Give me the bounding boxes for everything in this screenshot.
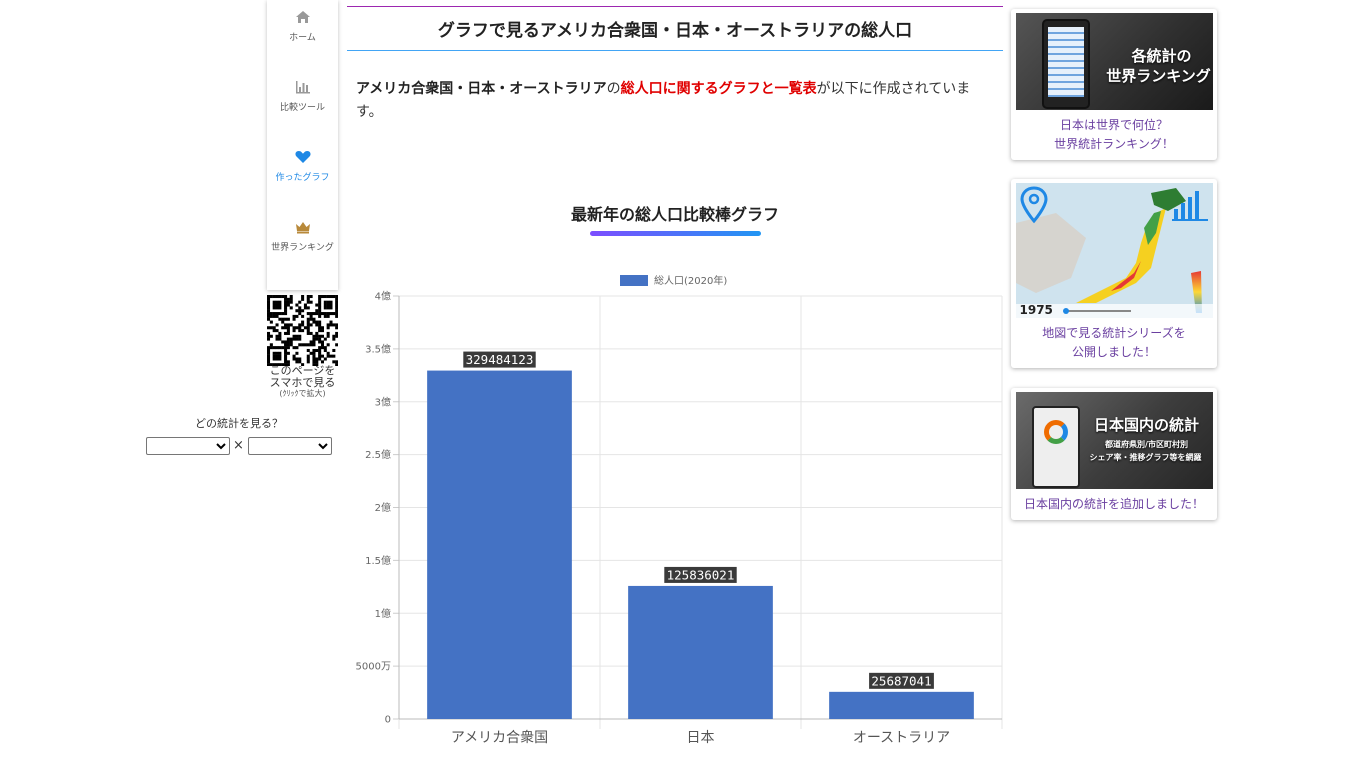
domestic-stats-banner: 日本国内の統計 都道府県別/市区町村別 シェア率・推移グラフ等を網羅	[1015, 392, 1213, 489]
y-tick-label: 4億	[375, 290, 391, 303]
nav-item-label: 世界ランキング	[271, 243, 334, 253]
y-tick-label: 2.5億	[365, 448, 391, 461]
page-title: グラフで見るアメリカ合衆国・日本・オーストラリアの総人口	[437, 21, 913, 41]
y-tick-label: 1億	[375, 607, 391, 620]
nav-item-label: 作ったグラフ	[275, 173, 330, 183]
nav-item-label: ホーム	[289, 33, 316, 43]
stat-select-1[interactable]	[146, 437, 230, 455]
qr-caption[interactable]: このページを スマホで見る (ｸﾘｯｸで拡大)	[262, 365, 343, 399]
intro-particle: の	[606, 81, 621, 97]
intro-paragraph: アメリカ合衆国・日本・オーストラリアの総人口に関するグラフと一覧表が以下に作成さ…	[356, 78, 996, 124]
card-world-ranking[interactable]: 各統計の 世界ランキング 日本は世界で何位？ 世界統計ランキング！	[1011, 9, 1217, 160]
qr-caption-line2: スマホで見る	[269, 376, 336, 389]
stat-selectors: ×	[146, 437, 336, 457]
x-tick-label: 日本	[687, 730, 715, 746]
caption-line1: 地図で見る統計シリーズを	[1042, 326, 1186, 340]
caption-line1: 日本国内の統計を追加しました！	[1023, 497, 1204, 511]
chart-heading: 最新年の総人口比較棒グラフ	[570, 205, 779, 224]
population-bar-chart: 総人口(2020年) 0 5000万 1億 1.5億 2億 2.5億 3億 3.5億 4億 3294…	[356, 274, 1003, 746]
legend-label: 総人口(2020年)	[654, 274, 727, 287]
x-tick-label: オーストラリア	[853, 730, 950, 746]
legend-swatch	[620, 275, 648, 286]
card-caption: 日本は世界で何位？ 世界統計ランキング！	[1011, 110, 1217, 160]
data-label: 329484123	[466, 352, 534, 367]
crown-icon	[295, 222, 310, 234]
side-nav: ホーム 比較ツール 作ったグラフ 世界ランキング	[267, 0, 338, 290]
nav-item-compare-tool[interactable]: 比較ツール	[267, 80, 338, 113]
japan-map-image	[1015, 186, 1213, 318]
bar	[829, 691, 974, 719]
y-tick-label: 3億	[375, 395, 391, 408]
y-tick-label: 0	[385, 715, 391, 726]
card-caption: 地図で見る統計シリーズを 公開しました！	[1011, 318, 1217, 368]
times-separator: ×	[233, 438, 244, 453]
chart-heading-underline	[590, 231, 761, 236]
bar	[427, 370, 572, 719]
banner-sub-1: 都道府県別/市区町村別	[1105, 440, 1188, 449]
phone-image	[1041, 19, 1090, 109]
phone-image	[1031, 406, 1080, 488]
y-tick-label: 3.5億	[365, 342, 391, 355]
stat-select-2[interactable]	[248, 437, 332, 455]
data-label: 125836021	[667, 567, 735, 582]
y-tick-label: 5000万	[356, 662, 391, 673]
map-pin-icon	[1019, 186, 1048, 224]
card-domestic-stats[interactable]: 日本国内の統計 都道府県別/市区町村別 シェア率・推移グラフ等を網羅 日本国内の…	[1011, 388, 1217, 520]
card-map-series[interactable]: 1975 地図で見る統計シリーズを 公開しました！	[1011, 179, 1217, 368]
qr-code[interactable]	[267, 295, 338, 366]
data-label: 25687041	[871, 673, 931, 688]
world-ranking-banner: 各統計の 世界ランキング	[1015, 13, 1213, 110]
heart-icon	[294, 151, 311, 163]
nav-item-label: 比較ツール	[279, 103, 325, 113]
x-tick-label: アメリカ合衆国	[451, 730, 548, 746]
home-icon	[295, 11, 310, 23]
intro-highlight: 総人口に関するグラフと一覧表	[620, 81, 817, 97]
banner-title: 日本国内の統計	[1093, 416, 1199, 434]
nav-item-home[interactable]: ホーム	[267, 10, 338, 43]
nav-item-world-ranking[interactable]: 世界ランキング	[267, 220, 338, 253]
banner-sub-2: シェア率・推移グラフ等を網羅	[1089, 453, 1202, 462]
banner-title-1: 各統計の	[1131, 47, 1192, 65]
card-caption: 日本国内の統計を追加しました！	[1011, 489, 1217, 520]
y-tick-label: 1.5億	[365, 554, 391, 567]
caption-line2: 世界統計ランキング！	[1054, 137, 1174, 151]
page-title-box: グラフで見るアメリカ合衆国・日本・オーストラリアの総人口	[347, 6, 1003, 51]
intro-countries: アメリカ合衆国・日本・オーストラリア	[356, 81, 607, 97]
bar-chart-icon	[295, 81, 310, 94]
map-banner: 1975	[1015, 183, 1213, 318]
nav-item-my-graphs[interactable]: 作ったグラフ	[267, 150, 338, 183]
bar	[628, 585, 773, 719]
qr-caption-small: (ｸﾘｯｸで拡大)	[279, 389, 326, 398]
map-year-label: 1975	[1019, 303, 1053, 317]
which-stat-label: どの統計を見る？	[195, 417, 283, 430]
caption-line1: 日本は世界で何位？	[1059, 118, 1168, 132]
caption-line2: 公開しました！	[1071, 345, 1156, 359]
banner-title-2: 世界ランキング	[1106, 67, 1211, 85]
y-tick-label: 2億	[375, 501, 391, 514]
